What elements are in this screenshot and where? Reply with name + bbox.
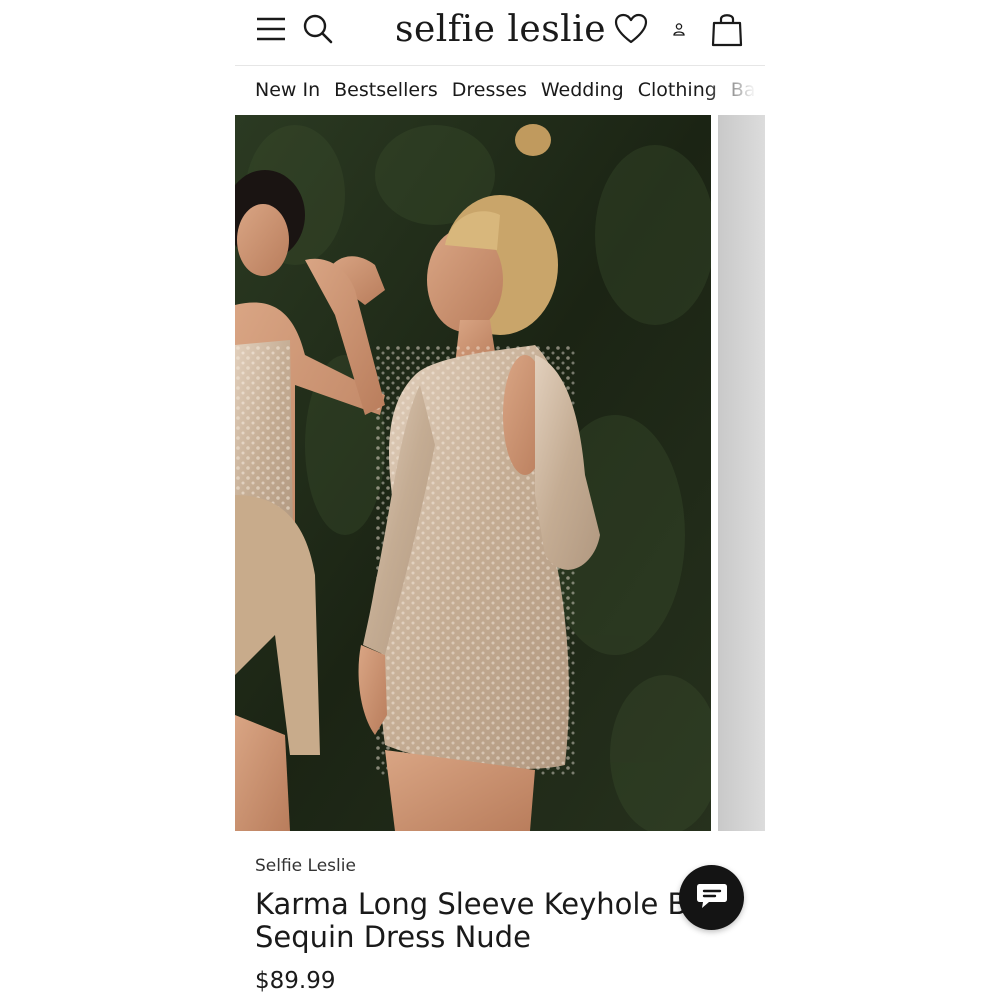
chat-icon: [695, 881, 729, 915]
product-page: selfie leslie New In Bestsellers Dresses: [235, 0, 765, 1000]
chat-button[interactable]: [679, 865, 744, 930]
category-nav: New In Bestsellers Dresses Wedding Cloth…: [235, 66, 765, 114]
wishlist-heart-icon[interactable]: [613, 12, 649, 46]
nav-item-bestsellers[interactable]: Bestsellers: [334, 77, 438, 103]
menu-icon[interactable]: [255, 14, 287, 44]
product-brand[interactable]: Selfie Leslie: [255, 856, 356, 876]
search-icon[interactable]: [301, 12, 335, 46]
nav-item-dresses[interactable]: Dresses: [452, 77, 527, 103]
product-image-carousel[interactable]: [235, 115, 765, 831]
product-photo[interactable]: [235, 115, 711, 831]
shopping-bag-icon[interactable]: [709, 10, 745, 48]
nav-item-wedding[interactable]: Wedding: [541, 77, 624, 103]
nav-item-new-in[interactable]: New In: [255, 77, 320, 103]
site-logo[interactable]: selfie leslie: [395, 6, 606, 54]
account-user-icon[interactable]: [668, 18, 690, 40]
product-title-line-2: Sequin Dress Nude: [255, 921, 531, 954]
nav-fade-overlay: [705, 66, 765, 114]
next-product-photo-peek[interactable]: [718, 115, 765, 831]
product-price: $89.99: [255, 968, 336, 994]
site-header: selfie leslie: [235, 0, 765, 65]
